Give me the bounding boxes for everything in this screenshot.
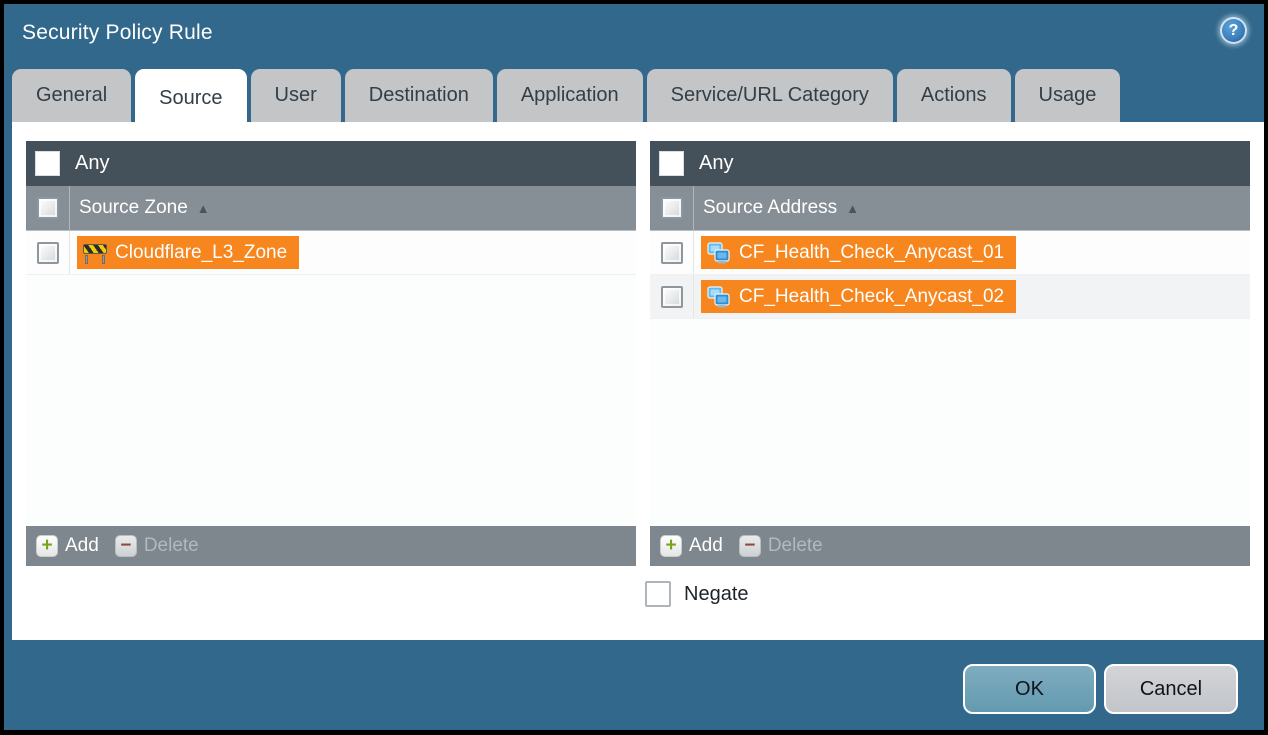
delete-button-label: Delete	[767, 535, 823, 556]
add-button[interactable]: + Add	[660, 535, 723, 557]
source-zone-entry[interactable]: Cloudflare_L3_Zone	[77, 236, 300, 269]
source-address-list: CF_Health_Check_Anycast_01 CF_Health_Che…	[650, 231, 1250, 526]
negate-checkbox[interactable]	[645, 581, 671, 607]
source-address-panel: Any Source Address ▲ CF_Health_Check_Any…	[650, 141, 1250, 566]
zone-icon	[82, 241, 108, 265]
source-address-column-title: Source Address	[703, 197, 838, 218]
source-zone-panel: Any Source Zone ▲ Cloudflare_L3_Zone + A…	[26, 141, 636, 566]
tab-general[interactable]: General	[12, 69, 132, 122]
source-address-any-header: Any	[650, 141, 1250, 186]
source-zone-any-label: Any	[75, 152, 110, 174]
add-button[interactable]: + Add	[36, 535, 99, 557]
tab-source[interactable]: Source	[135, 69, 247, 128]
source-zone-any-header: Any	[26, 141, 636, 186]
source-zone-footer: + Add − Delete	[26, 526, 636, 566]
delete-button[interactable]: − Delete	[738, 535, 823, 557]
source-address-column-title-cell[interactable]: Source Address ▲	[694, 197, 859, 219]
add-button-label: Add	[689, 535, 723, 556]
address-icon	[706, 241, 732, 265]
zone-entry-label: Cloudflare_L3_Zone	[115, 241, 288, 263]
row-checkbox[interactable]	[660, 241, 683, 264]
source-zone-any-checkbox[interactable]	[35, 151, 60, 176]
tab-service-url-category[interactable]: Service/URL Category	[646, 69, 893, 122]
table-row: CF_Health_Check_Anycast_02	[650, 275, 1250, 319]
add-button-label: Add	[65, 535, 99, 556]
tab-content-source: Any Source Zone ▲ Cloudflare_L3_Zone + A…	[12, 122, 1264, 640]
source-zone-column-title: Source Zone	[79, 197, 188, 218]
source-zone-column-title-cell[interactable]: Source Zone ▲	[70, 197, 210, 219]
source-address-footer: + Add − Delete	[650, 526, 1250, 566]
source-zone-select-all-checkbox[interactable]	[36, 197, 59, 219]
tab-usage[interactable]: Usage	[1014, 69, 1121, 122]
ok-button[interactable]: OK	[963, 664, 1096, 714]
sort-asc-icon: ▲	[846, 200, 860, 216]
source-address-entry[interactable]: CF_Health_Check_Anycast_01	[701, 236, 1017, 269]
source-address-select-all-checkbox[interactable]	[660, 197, 683, 219]
delete-button[interactable]: − Delete	[114, 535, 199, 557]
source-zone-column-header: Source Zone ▲	[26, 186, 636, 231]
table-row: Cloudflare_L3_Zone	[26, 231, 636, 275]
address-entry-label: CF_Health_Check_Anycast_01	[739, 241, 1005, 263]
minus-icon: −	[114, 535, 137, 557]
dialog-title: Security Policy Rule	[22, 21, 213, 44]
delete-button-label: Delete	[143, 535, 199, 556]
plus-icon: +	[36, 535, 58, 557]
tab-actions[interactable]: Actions	[896, 69, 1011, 122]
minus-icon: −	[738, 535, 761, 557]
source-zone-list: Cloudflare_L3_Zone	[26, 231, 636, 526]
cancel-button[interactable]: Cancel	[1104, 664, 1238, 714]
plus-icon: +	[660, 535, 682, 557]
help-icon[interactable]: ?	[1220, 17, 1247, 44]
sort-asc-icon: ▲	[196, 200, 210, 216]
negate-label: Negate	[684, 582, 749, 605]
source-address-any-label: Any	[699, 152, 734, 174]
tab-destination[interactable]: Destination	[344, 69, 493, 122]
tab-application[interactable]: Application	[496, 69, 643, 122]
row-checkbox[interactable]	[660, 285, 683, 308]
table-row: CF_Health_Check_Anycast_01	[650, 231, 1250, 275]
address-icon	[706, 285, 732, 309]
row-checkbox[interactable]	[36, 241, 59, 264]
negate-row: Negate	[645, 581, 749, 607]
security-policy-rule-dialog: Security Policy Rule ? General Source Us…	[4, 4, 1264, 730]
tab-user[interactable]: User	[250, 69, 341, 122]
source-address-entry[interactable]: CF_Health_Check_Anycast_02	[701, 280, 1017, 313]
source-address-any-checkbox[interactable]	[659, 151, 684, 176]
tab-bar: General Source User Destination Applicat…	[12, 69, 1121, 128]
address-entry-label: CF_Health_Check_Anycast_02	[739, 285, 1005, 307]
source-address-column-header: Source Address ▲	[650, 186, 1250, 231]
